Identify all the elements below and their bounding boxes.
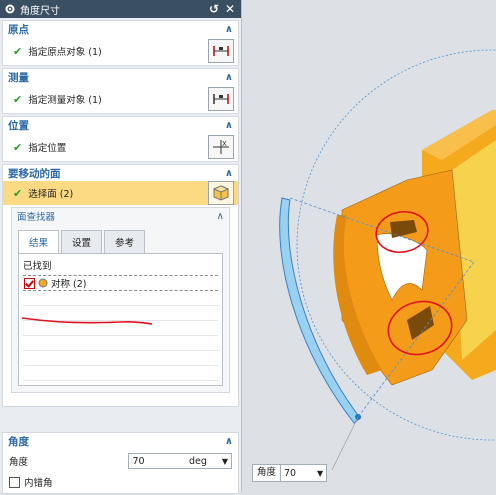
position-section: 位置 ∧ ✔ 指定位置 X: [2, 116, 239, 162]
angle-value[interactable]: 70: [129, 456, 189, 467]
check-icon: ✔: [13, 44, 23, 58]
chevron-down-icon[interactable]: ▼: [219, 457, 231, 466]
inner-angle-row[interactable]: 内错角: [3, 473, 238, 491]
measure-section: 测量 ∧ ✔ 指定测量对象 (1): [2, 68, 239, 114]
measure-select-button[interactable]: [208, 87, 234, 111]
angle-section: 角度 ∧ 角度 70 deg ▼ 内错角: [2, 432, 239, 494]
angle-input-row: 角度 70 deg ▼: [3, 449, 238, 473]
found-header: 已找到: [23, 261, 52, 272]
origin-header[interactable]: 原点 ∧: [3, 21, 238, 37]
position-select-button[interactable]: X: [208, 135, 234, 159]
viewport-angle-label: 角度: [253, 465, 282, 481]
measure-row[interactable]: ✔ 指定测量对象 (1): [3, 85, 238, 113]
tab-results[interactable]: 结果: [18, 230, 60, 253]
position-row-label: 指定位置: [28, 143, 67, 154]
list-item[interactable]: 对称 (2): [23, 275, 218, 291]
close-icon[interactable]: ✕: [223, 2, 237, 16]
list-item: [23, 366, 218, 381]
cube-icon: [213, 185, 229, 201]
list-item: [23, 321, 218, 336]
origin-section: 原点 ∧ ✔ 指定原点对象 (1): [2, 20, 239, 66]
origin-row-label: 指定原点对象 (1): [28, 47, 102, 58]
angle-label: 角度: [9, 457, 29, 468]
graphics-viewport[interactable]: 角度 70 ▼: [242, 0, 496, 492]
inner-angle-label: 内错角: [24, 478, 53, 489]
chevron-up-icon[interactable]: ∧: [225, 168, 233, 179]
check-icon: ✔: [13, 92, 23, 106]
check-icon: ✔: [13, 140, 23, 154]
viewport-angle-value[interactable]: 70: [281, 468, 314, 479]
found-item-label: 对称 (2): [51, 279, 87, 290]
angle-unit[interactable]: deg: [189, 456, 219, 467]
position-header-label: 位置: [8, 119, 29, 132]
crosshair-icon: X: [213, 140, 229, 154]
list-item: [23, 351, 218, 366]
tab-reference[interactable]: 参考: [104, 230, 146, 253]
finder-header[interactable]: 面查找器 ∧: [12, 208, 229, 224]
chevron-up-icon[interactable]: ∧: [225, 24, 233, 35]
dimension-icon: [213, 46, 229, 56]
chevron-up-icon[interactable]: ∧: [225, 120, 233, 131]
dialog-title: 角度尺寸: [20, 5, 60, 17]
chevron-up-icon[interactable]: ∧: [225, 436, 233, 447]
dialog-panel: 角度尺寸 ↺ ✕ 原点 ∧ ✔ 指定原点对象 (1) 测量 ∧ ✔ 指定测量对象…: [0, 0, 242, 494]
finder-tabs: 结果 设置 参考: [18, 230, 223, 254]
position-row[interactable]: ✔ 指定位置 X: [3, 133, 238, 161]
dialog-title-bar: 角度尺寸 ↺ ✕: [0, 0, 241, 18]
model-view[interactable]: [242, 0, 496, 492]
svg-text:X: X: [222, 140, 227, 148]
chevron-up-icon[interactable]: ∧: [217, 211, 224, 222]
faces-row[interactable]: ✔ 选择面 (2): [3, 181, 238, 205]
angle-header[interactable]: 角度 ∧: [3, 433, 238, 449]
origin-header-label: 原点: [8, 23, 29, 36]
gear-icon: [5, 4, 15, 14]
tab-settings[interactable]: 设置: [61, 230, 103, 253]
measure-header-label: 测量: [8, 71, 29, 84]
found-list: 已找到 对称 (2): [18, 254, 223, 386]
angle-header-label: 角度: [8, 435, 29, 448]
reset-icon[interactable]: ↺: [207, 2, 221, 16]
faces-header[interactable]: 要移动的面 ∧: [3, 165, 238, 181]
finder-header-label: 面查找器: [17, 212, 56, 223]
viewport-angle-input[interactable]: 角度 70 ▼: [252, 464, 328, 482]
list-item: [23, 291, 218, 306]
chevron-down-icon[interactable]: ▼: [314, 469, 326, 478]
measure-header[interactable]: 测量 ∧: [3, 69, 238, 85]
symmetry-icon: [38, 278, 48, 288]
faces-header-label: 要移动的面: [8, 167, 61, 180]
faces-section: 要移动的面 ∧ ✔ 选择面 (2) 面查找器 ∧ 结果 设置 参考 已找到 对称…: [2, 164, 239, 407]
angle-input[interactable]: 70 deg ▼: [128, 453, 232, 469]
list-item: [23, 336, 218, 351]
faces-row-label: 选择面 (2): [28, 189, 74, 200]
list-item: [23, 306, 218, 321]
origin-row[interactable]: ✔ 指定原点对象 (1): [3, 37, 238, 65]
measure-row-label: 指定测量对象 (1): [28, 95, 102, 106]
face-finder: 面查找器 ∧ 结果 设置 参考 已找到 对称 (2): [11, 207, 230, 393]
faces-select-button[interactable]: [208, 181, 234, 205]
origin-select-button[interactable]: [208, 39, 234, 63]
checkbox-checked[interactable]: [24, 277, 35, 289]
dimension-icon: [213, 94, 229, 104]
inner-angle-checkbox[interactable]: [9, 476, 20, 488]
chevron-up-icon[interactable]: ∧: [225, 72, 233, 83]
position-header[interactable]: 位置 ∧: [3, 117, 238, 133]
check-icon: ✔: [13, 186, 23, 200]
